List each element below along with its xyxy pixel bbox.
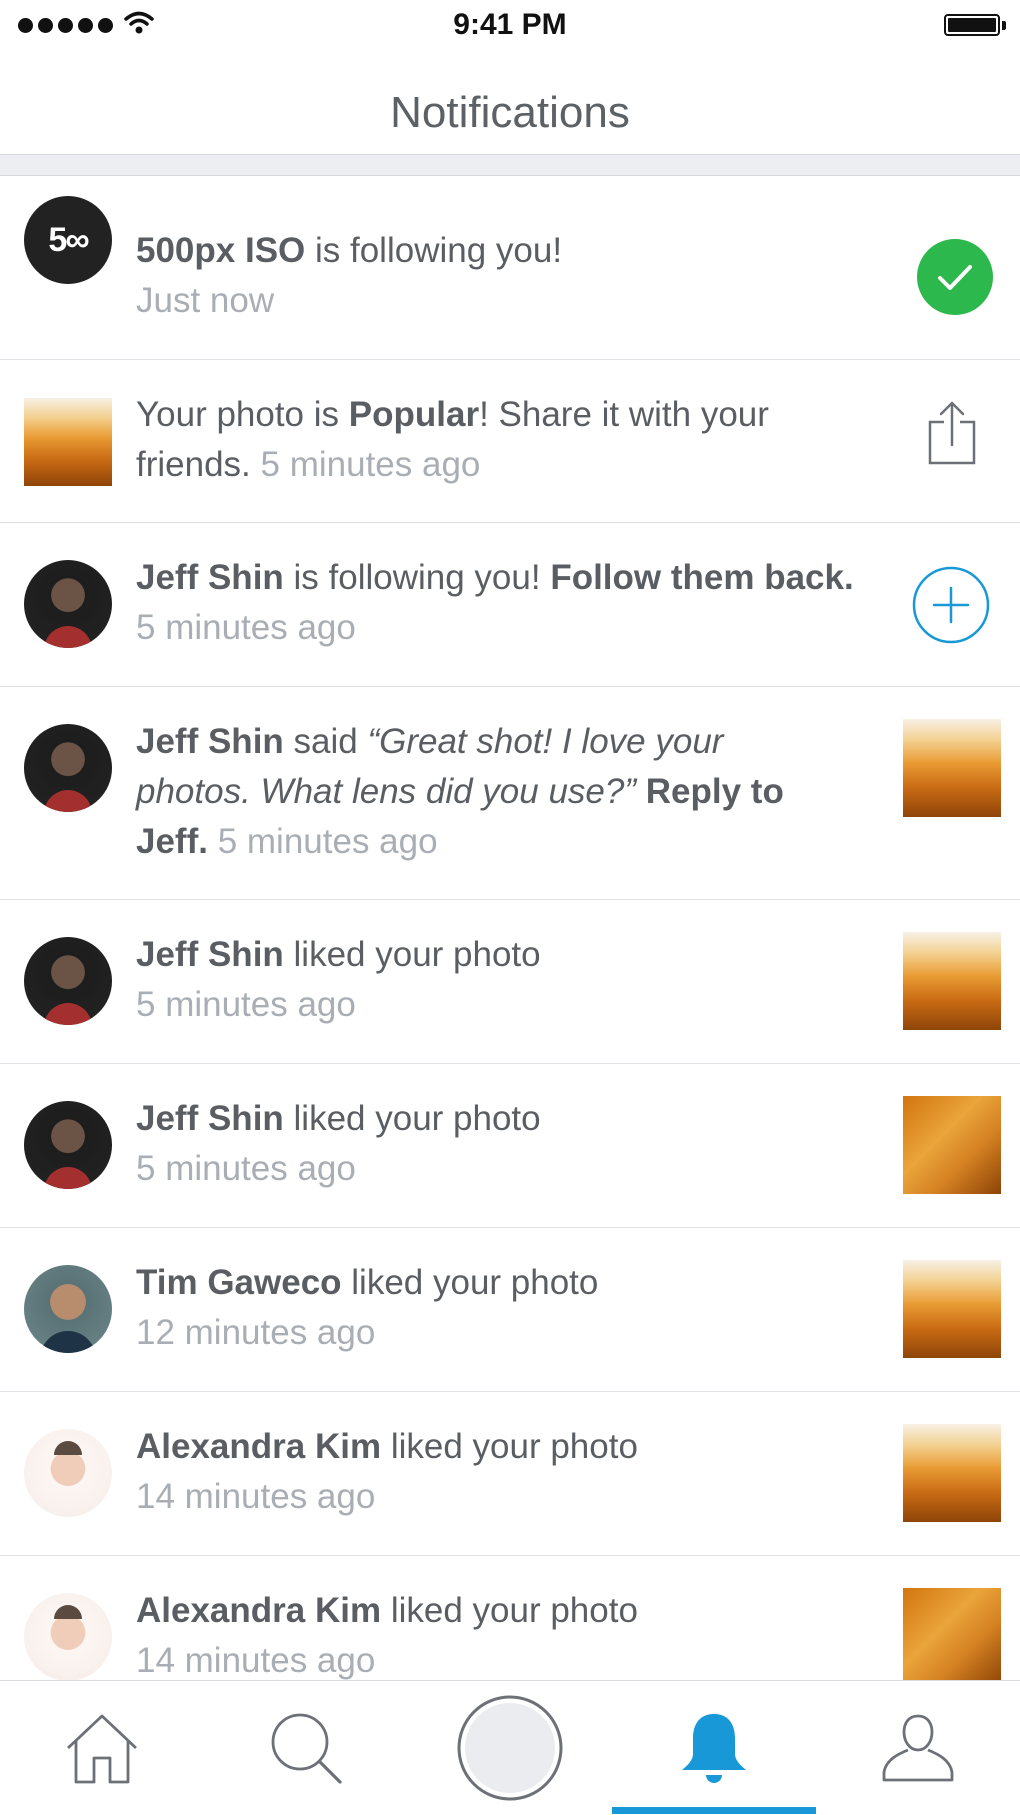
bold-text: Jeff Shin xyxy=(136,558,284,597)
photo-thumbnail[interactable] xyxy=(903,719,1001,817)
photo-thumbnail[interactable] xyxy=(903,1260,1001,1358)
notification-item[interactable]: Alexandra Kim liked your photo 14 minutes… xyxy=(0,1556,1020,1680)
status-bar: 9:41 PM xyxy=(0,0,1020,52)
tab-notifications[interactable] xyxy=(612,1681,816,1815)
timestamp: 14 minutes ago xyxy=(136,1641,376,1680)
timestamp: 14 minutes ago xyxy=(136,1477,376,1516)
body-text: Your photo is xyxy=(136,395,349,434)
avatar xyxy=(24,1593,112,1680)
timestamp: 12 minutes ago xyxy=(136,1313,376,1352)
bold-text: Jeff Shin xyxy=(136,935,284,974)
notification-text: Jeff Shin liked your photo 5 minutes ago xyxy=(136,930,866,1030)
notification-item[interactable]: Your photo is Popular! Share it with you… xyxy=(0,360,1020,523)
bold-text: 500px ISO xyxy=(136,231,306,270)
tab-home[interactable] xyxy=(0,1681,204,1815)
avatar xyxy=(24,1265,112,1353)
timestamp: 5 minutes ago xyxy=(136,608,356,647)
active-tab-indicator xyxy=(612,1807,816,1814)
avatar xyxy=(24,1429,112,1517)
tab-profile[interactable] xyxy=(816,1681,1020,1815)
bold-text: Jeff Shin xyxy=(136,1099,284,1138)
bold-text: Follow them back. xyxy=(550,558,854,597)
notification-item[interactable]: Alexandra Kim liked your photo 14 minutes… xyxy=(0,1392,1020,1556)
timestamp: 5 minutes ago xyxy=(217,822,438,861)
notification-text: Jeff Shin is following you! Follow them … xyxy=(136,553,866,653)
tab-upload[interactable] xyxy=(408,1681,612,1815)
photo-thumbnail[interactable] xyxy=(903,932,1001,1030)
home-icon xyxy=(67,1714,137,1784)
tab-search[interactable] xyxy=(204,1681,408,1815)
search-icon xyxy=(271,1713,342,1784)
avatar xyxy=(24,1101,112,1189)
bold-text: Tim Gaweco xyxy=(136,1263,342,1302)
body-text: liked your photo xyxy=(283,1099,541,1138)
notification-text: Alexandra Kim liked your photo 14 minutes… xyxy=(136,1422,866,1522)
500px-logo-avatar: 5∞ xyxy=(24,196,112,284)
photo-thumbnail xyxy=(24,398,112,486)
tab-bar xyxy=(0,1680,1020,1814)
body-text: liked your photo xyxy=(283,935,541,974)
status-time: 9:41 PM xyxy=(453,8,567,41)
battery-icon xyxy=(944,14,1006,38)
body-text: said xyxy=(283,722,368,761)
page-title: Notifications xyxy=(390,88,630,137)
body-text: liked your photo xyxy=(381,1427,638,1466)
notification-text: 500px ISO is following you! Just now xyxy=(136,226,866,326)
photo-thumbnail[interactable] xyxy=(903,1588,1001,1680)
notification-item[interactable]: 5∞ 500px ISO is following you! Just now xyxy=(0,196,1020,360)
notification-text: Your photo is Popular! Share it with you… xyxy=(136,390,866,490)
timestamp: Just now xyxy=(136,281,275,320)
body-text: liked your photo xyxy=(381,1591,638,1630)
body-text: is following you! xyxy=(283,558,551,597)
timestamp: 5 minutes ago xyxy=(260,445,481,484)
notification-item[interactable]: Jeff Shin is following you! Follow them … xyxy=(0,523,1020,687)
notification-text: Alexandra Kim liked your photo 14 minutes… xyxy=(136,1586,866,1680)
bold-text: Alexandra Kim xyxy=(136,1591,382,1630)
avatar xyxy=(24,937,112,1025)
check-circle-icon[interactable] xyxy=(917,239,993,315)
add-circle-icon[interactable] xyxy=(912,566,990,644)
share-icon[interactable] xyxy=(927,400,977,466)
notification-text: Tim Gaweco liked your photo 12 minutes ag… xyxy=(136,1258,866,1358)
timestamp: 5 minutes ago xyxy=(136,1149,356,1188)
body-text: is following you! xyxy=(305,231,563,270)
avatar xyxy=(24,724,112,812)
notification-text: Jeff Shin liked your photo 5 minutes ago xyxy=(136,1094,866,1194)
notification-text: Jeff Shin said “Great shot! I love your … xyxy=(136,717,836,867)
notification-item[interactable]: Jeff Shin liked your photo 5 minutes ago xyxy=(0,1064,1020,1228)
bold-text: Popular xyxy=(348,395,480,434)
notification-item[interactable]: Jeff Shin liked your photo 5 minutes ago xyxy=(0,900,1020,1064)
bold-text: Jeff Shin xyxy=(136,722,284,761)
header-divider xyxy=(0,154,1020,176)
notification-item[interactable]: Tim Gaweco liked your photo 12 minutes ag… xyxy=(0,1228,1020,1392)
timestamp: 5 minutes ago xyxy=(136,985,356,1024)
bold-text: Alexandra Kim xyxy=(136,1427,382,1466)
body-text xyxy=(636,772,646,811)
profile-icon xyxy=(882,1714,954,1782)
notifications-bell-icon xyxy=(682,1714,746,1783)
notification-list[interactable]: 5∞ 500px ISO is following you! Just now Y… xyxy=(0,196,1020,1680)
body-text: liked your photo xyxy=(341,1263,599,1302)
avatar xyxy=(24,560,112,648)
notification-item[interactable]: Jeff Shin said “Great shot! I love your … xyxy=(0,687,1020,900)
photo-thumbnail[interactable] xyxy=(903,1096,1001,1194)
photo-thumbnail[interactable] xyxy=(903,1424,1001,1522)
upload-button xyxy=(457,1695,563,1801)
